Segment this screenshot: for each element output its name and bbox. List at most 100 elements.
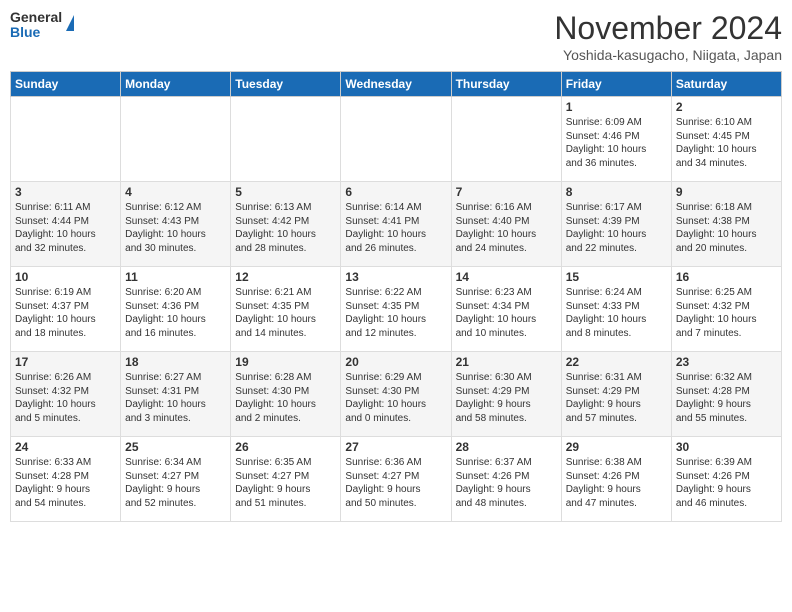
calendar-cell: 10 Sunrise: 6:19 AM Sunset: 4:37 PM Dayli… — [11, 267, 121, 352]
calendar-cell: 6 Sunrise: 6:14 AM Sunset: 4:41 PM Daylig… — [341, 182, 451, 267]
day-info: Sunrise: 6:34 AM Sunset: 4:27 PM Dayligh… — [125, 456, 226, 510]
location: Yoshida-kasugacho, Niigata, Japan — [554, 47, 782, 63]
day-info: Sunrise: 6:14 AM Sunset: 4:41 PM Dayligh… — [345, 201, 446, 255]
day-info: Sunrise: 6:33 AM Sunset: 4:28 PM Dayligh… — [15, 456, 116, 510]
calendar-cell: 12 Sunrise: 6:21 AM Sunset: 4:35 PM Dayli… — [231, 267, 341, 352]
day-number: 1 — [566, 100, 667, 114]
day-number: 8 — [566, 185, 667, 199]
day-info: Sunrise: 6:16 AM Sunset: 4:40 PM Dayligh… — [456, 201, 557, 255]
logo-general: General — [10, 10, 62, 25]
calendar-cell: 4 Sunrise: 6:12 AM Sunset: 4:43 PM Daylig… — [121, 182, 231, 267]
day-number: 20 — [345, 355, 446, 369]
day-number: 25 — [125, 440, 226, 454]
day-info: Sunrise: 6:20 AM Sunset: 4:36 PM Dayligh… — [125, 286, 226, 340]
calendar-cell: 11 Sunrise: 6:20 AM Sunset: 4:36 PM Dayli… — [121, 267, 231, 352]
day-number: 19 — [235, 355, 336, 369]
day-number: 6 — [345, 185, 446, 199]
day-header-friday: Friday — [561, 72, 671, 97]
day-info: Sunrise: 6:12 AM Sunset: 4:43 PM Dayligh… — [125, 201, 226, 255]
calendar-week-row: 1Sunrise: 6:09 AM Sunset: 4:46 PM Daylig… — [11, 97, 782, 182]
calendar-cell — [121, 97, 231, 182]
day-number: 11 — [125, 270, 226, 284]
calendar-body: 1Sunrise: 6:09 AM Sunset: 4:46 PM Daylig… — [11, 97, 782, 522]
day-info: Sunrise: 6:31 AM Sunset: 4:29 PM Dayligh… — [566, 371, 667, 425]
day-header-tuesday: Tuesday — [231, 72, 341, 97]
day-info: Sunrise: 6:39 AM Sunset: 4:26 PM Dayligh… — [676, 456, 777, 510]
calendar-cell: 23 Sunrise: 6:32 AM Sunset: 4:28 PM Dayli… — [671, 352, 781, 437]
logo: General Blue — [10, 10, 74, 41]
day-number: 2 — [676, 100, 777, 114]
logo-blue: Blue — [10, 25, 62, 40]
day-number: 23 — [676, 355, 777, 369]
day-header-saturday: Saturday — [671, 72, 781, 97]
day-info: Sunrise: 6:30 AM Sunset: 4:29 PM Dayligh… — [456, 371, 557, 425]
day-number: 27 — [345, 440, 446, 454]
calendar-cell: 1Sunrise: 6:09 AM Sunset: 4:46 PM Daylig… — [561, 97, 671, 182]
calendar-header-row: SundayMondayTuesdayWednesdayThursdayFrid… — [11, 72, 782, 97]
day-number: 12 — [235, 270, 336, 284]
day-number: 16 — [676, 270, 777, 284]
day-info: Sunrise: 6:29 AM Sunset: 4:30 PM Dayligh… — [345, 371, 446, 425]
calendar-week-row: 3Sunrise: 6:11 AM Sunset: 4:44 PM Daylig… — [11, 182, 782, 267]
calendar-cell: 19 Sunrise: 6:28 AM Sunset: 4:30 PM Dayli… — [231, 352, 341, 437]
day-number: 29 — [566, 440, 667, 454]
calendar-cell: 15 Sunrise: 6:24 AM Sunset: 4:33 PM Dayli… — [561, 267, 671, 352]
day-number: 15 — [566, 270, 667, 284]
day-number: 24 — [15, 440, 116, 454]
day-info: Sunrise: 6:10 AM Sunset: 4:45 PM Dayligh… — [676, 116, 777, 170]
day-info: Sunrise: 6:37 AM Sunset: 4:26 PM Dayligh… — [456, 456, 557, 510]
calendar-cell: 27 Sunrise: 6:36 AM Sunset: 4:27 PM Dayli… — [341, 437, 451, 522]
calendar-cell — [451, 97, 561, 182]
day-header-thursday: Thursday — [451, 72, 561, 97]
day-info: Sunrise: 6:18 AM Sunset: 4:38 PM Dayligh… — [676, 201, 777, 255]
day-info: Sunrise: 6:35 AM Sunset: 4:27 PM Dayligh… — [235, 456, 336, 510]
day-number: 18 — [125, 355, 226, 369]
calendar-week-row: 10 Sunrise: 6:19 AM Sunset: 4:37 PM Dayli… — [11, 267, 782, 352]
calendar-cell: 28Sunrise: 6:37 AM Sunset: 4:26 PM Dayli… — [451, 437, 561, 522]
calendar-cell: 17Sunrise: 6:26 AM Sunset: 4:32 PM Dayli… — [11, 352, 121, 437]
calendar-week-row: 17Sunrise: 6:26 AM Sunset: 4:32 PM Dayli… — [11, 352, 782, 437]
calendar-cell: 22 Sunrise: 6:31 AM Sunset: 4:29 PM Dayli… — [561, 352, 671, 437]
day-info: Sunrise: 6:24 AM Sunset: 4:33 PM Dayligh… — [566, 286, 667, 340]
day-number: 10 — [15, 270, 116, 284]
calendar-cell: 26Sunrise: 6:35 AM Sunset: 4:27 PM Dayli… — [231, 437, 341, 522]
calendar-cell: 18 Sunrise: 6:27 AM Sunset: 4:31 PM Dayli… — [121, 352, 231, 437]
calendar-table: SundayMondayTuesdayWednesdayThursdayFrid… — [10, 71, 782, 522]
calendar-cell: 13 Sunrise: 6:22 AM Sunset: 4:35 PM Dayli… — [341, 267, 451, 352]
calendar-cell: 20 Sunrise: 6:29 AM Sunset: 4:30 PM Dayli… — [341, 352, 451, 437]
day-info: Sunrise: 6:27 AM Sunset: 4:31 PM Dayligh… — [125, 371, 226, 425]
page-header: General Blue November 2024 Yoshida-kasug… — [10, 10, 782, 63]
calendar-cell: 21 Sunrise: 6:30 AM Sunset: 4:29 PM Dayli… — [451, 352, 561, 437]
day-info: Sunrise: 6:36 AM Sunset: 4:27 PM Dayligh… — [345, 456, 446, 510]
calendar-cell — [341, 97, 451, 182]
calendar-cell: 9Sunrise: 6:18 AM Sunset: 4:38 PM Daylig… — [671, 182, 781, 267]
day-info: Sunrise: 6:26 AM Sunset: 4:32 PM Dayligh… — [15, 371, 116, 425]
day-number: 7 — [456, 185, 557, 199]
calendar-cell: 25 Sunrise: 6:34 AM Sunset: 4:27 PM Dayli… — [121, 437, 231, 522]
day-number: 14 — [456, 270, 557, 284]
day-number: 3 — [15, 185, 116, 199]
day-info: Sunrise: 6:28 AM Sunset: 4:30 PM Dayligh… — [235, 371, 336, 425]
day-info: Sunrise: 6:21 AM Sunset: 4:35 PM Dayligh… — [235, 286, 336, 340]
calendar-cell — [11, 97, 121, 182]
day-info: Sunrise: 6:19 AM Sunset: 4:37 PM Dayligh… — [15, 286, 116, 340]
day-info: Sunrise: 6:22 AM Sunset: 4:35 PM Dayligh… — [345, 286, 446, 340]
calendar-week-row: 24 Sunrise: 6:33 AM Sunset: 4:28 PM Dayli… — [11, 437, 782, 522]
calendar-cell — [231, 97, 341, 182]
calendar-cell: 2 Sunrise: 6:10 AM Sunset: 4:45 PM Daylig… — [671, 97, 781, 182]
day-header-monday: Monday — [121, 72, 231, 97]
day-number: 21 — [456, 355, 557, 369]
day-number: 13 — [345, 270, 446, 284]
day-number: 4 — [125, 185, 226, 199]
day-info: Sunrise: 6:17 AM Sunset: 4:39 PM Dayligh… — [566, 201, 667, 255]
day-number: 30 — [676, 440, 777, 454]
calendar-cell: 24 Sunrise: 6:33 AM Sunset: 4:28 PM Dayli… — [11, 437, 121, 522]
day-header-wednesday: Wednesday — [341, 72, 451, 97]
day-info: Sunrise: 6:32 AM Sunset: 4:28 PM Dayligh… — [676, 371, 777, 425]
day-info: Sunrise: 6:23 AM Sunset: 4:34 PM Dayligh… — [456, 286, 557, 340]
calendar-cell: 8 Sunrise: 6:17 AM Sunset: 4:39 PM Daylig… — [561, 182, 671, 267]
logo-text: General Blue — [10, 10, 62, 41]
day-info: Sunrise: 6:38 AM Sunset: 4:26 PM Dayligh… — [566, 456, 667, 510]
calendar-cell: 14 Sunrise: 6:23 AM Sunset: 4:34 PM Dayli… — [451, 267, 561, 352]
day-number: 22 — [566, 355, 667, 369]
